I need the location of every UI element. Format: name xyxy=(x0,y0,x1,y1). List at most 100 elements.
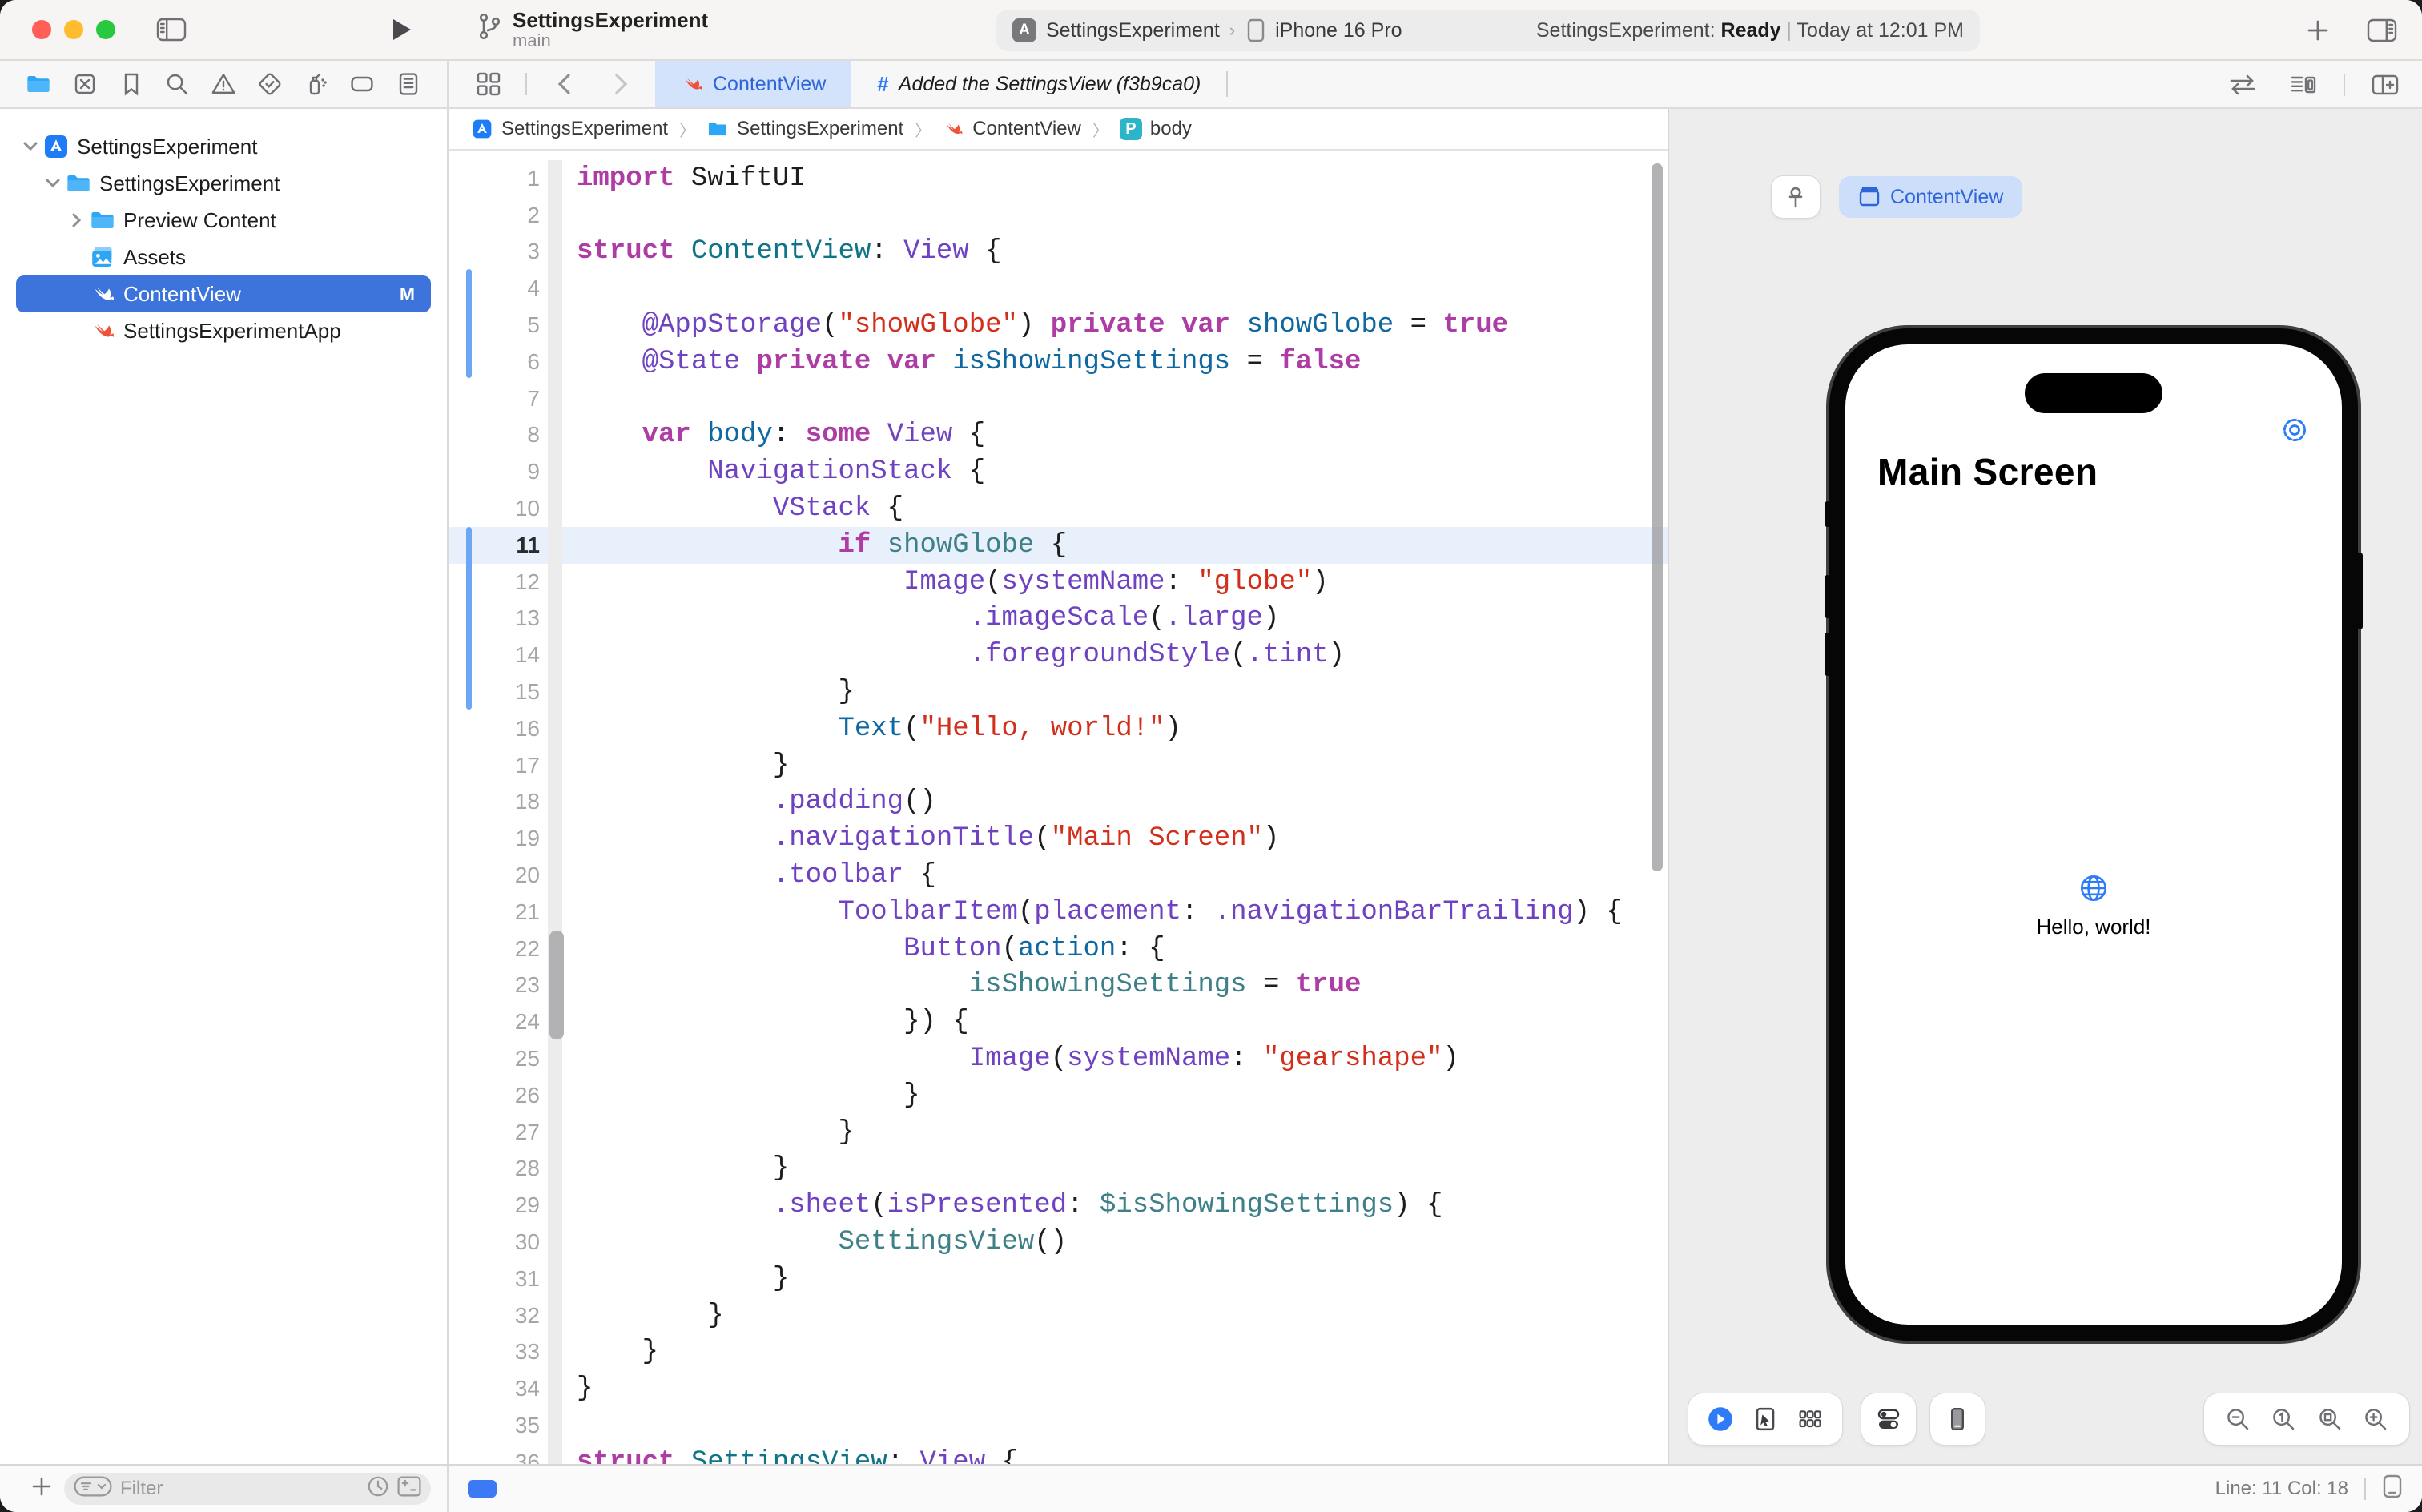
breadcrumb-item[interactable]: SettingsExperiment xyxy=(501,118,668,140)
code-line[interactable]: 3struct ContentView: View { xyxy=(449,234,1668,271)
fold-ribbon[interactable] xyxy=(548,1040,562,1077)
sidebar-item-preview-content[interactable]: Preview Content xyxy=(16,202,431,239)
zoom-out-icon[interactable] xyxy=(2225,1406,2251,1432)
code-line[interactable]: 6 @State private var isShowingSettings =… xyxy=(449,344,1668,380)
code-line[interactable]: 1import SwiftUI xyxy=(449,160,1668,197)
tab-commit[interactable]: # Added the SettingsView (f3b9ca0) xyxy=(851,61,1226,107)
code-review-icon[interactable] xyxy=(2222,67,2263,103)
editor-breakpoint-chip[interactable] xyxy=(468,1480,497,1498)
zoom-1-icon[interactable] xyxy=(2271,1406,2296,1432)
sidebar-item-settingsexperiment[interactable]: SettingsExperiment xyxy=(16,165,431,202)
navigator-tab-warning-icon[interactable] xyxy=(209,66,238,102)
fold-ribbon[interactable] xyxy=(548,1151,562,1188)
fold-ribbon[interactable] xyxy=(548,1224,562,1261)
fold-ribbon[interactable] xyxy=(548,601,562,637)
code-line[interactable]: 22 Button(action: { xyxy=(449,931,1668,967)
navigator-tab-debug-icon[interactable] xyxy=(302,66,331,102)
navigator-tab-bookmark-icon[interactable] xyxy=(117,66,146,102)
fold-ribbon[interactable] xyxy=(548,1370,562,1407)
preview-target-chip[interactable]: ContentView xyxy=(1839,176,2022,218)
sidebar-item-assets[interactable]: Assets xyxy=(16,239,431,275)
navigator-tab-folder-icon[interactable] xyxy=(24,66,53,102)
fold-ribbon[interactable] xyxy=(548,1077,562,1114)
breadcrumb-item[interactable]: ContentView xyxy=(972,118,1081,140)
code-line[interactable]: 28 } xyxy=(449,1151,1668,1188)
code-line[interactable]: 36struct SettingsView: View { xyxy=(449,1444,1668,1464)
editor-options-icon[interactable] xyxy=(2283,67,2324,103)
code-line[interactable]: 5 @AppStorage("showGlobe") private var s… xyxy=(449,307,1668,344)
code-line[interactable]: 16 Text("Hello, world!") xyxy=(449,710,1668,747)
minimize-window-button[interactable] xyxy=(64,20,83,39)
zoom-in-icon[interactable] xyxy=(2363,1406,2388,1432)
fold-ribbon[interactable] xyxy=(548,1261,562,1297)
disclosure-down-icon[interactable] xyxy=(22,142,38,151)
navigator-tab-symbols-icon[interactable] xyxy=(70,66,99,102)
pin-preview-button[interactable] xyxy=(1772,176,1820,218)
code-line[interactable]: 19 .navigationTitle("Main Screen") xyxy=(449,820,1668,857)
code-line[interactable]: 20 .toolbar { xyxy=(449,857,1668,894)
breadcrumb-item[interactable]: body xyxy=(1150,118,1192,140)
code-line[interactable]: 10 VStack { xyxy=(449,490,1668,527)
fold-ribbon[interactable] xyxy=(548,307,562,344)
fold-ribbon[interactable] xyxy=(548,894,562,931)
code-line[interactable]: 30 SettingsView() xyxy=(449,1224,1668,1261)
navigator-tab-test-icon[interactable] xyxy=(255,66,284,102)
breadcrumb-item[interactable]: SettingsExperiment xyxy=(737,118,903,140)
go-back-icon[interactable] xyxy=(543,66,585,102)
fold-ribbon[interactable] xyxy=(548,820,562,857)
code-area[interactable]: 1import SwiftUI23struct ContentView: Vie… xyxy=(449,151,1668,1464)
code-line[interactable]: 32 } xyxy=(449,1297,1668,1334)
fold-ribbon[interactable] xyxy=(548,857,562,894)
tab-contentview[interactable]: ContentView xyxy=(655,61,851,107)
fold-ribbon[interactable] xyxy=(548,564,562,601)
code-line[interactable]: 13 .imageScale(.large) xyxy=(449,601,1668,637)
device-bezels-button[interactable] xyxy=(1930,1393,1985,1445)
fold-ribbon[interactable] xyxy=(548,527,562,564)
code-line[interactable]: 31 } xyxy=(449,1261,1668,1297)
zoom-fit-icon[interactable] xyxy=(2317,1406,2343,1432)
code-line[interactable]: 35 xyxy=(449,1407,1668,1444)
code-line[interactable]: 24 }) { xyxy=(449,1003,1668,1040)
navigator-tab-tag-icon[interactable] xyxy=(348,66,376,102)
fold-ribbon[interactable] xyxy=(548,453,562,490)
code-line[interactable]: 27 } xyxy=(449,1114,1668,1151)
sidebar-item-settingsexperiment[interactable]: SettingsExperiment xyxy=(16,128,431,165)
close-window-button[interactable] xyxy=(32,20,51,39)
fold-ribbon[interactable] xyxy=(548,1297,562,1334)
add-file-plus-icon[interactable] xyxy=(32,1477,51,1502)
cursor-phone-icon[interactable] xyxy=(1752,1406,1778,1432)
fold-ribbon[interactable] xyxy=(548,1334,562,1371)
fold-ribbon[interactable] xyxy=(548,1187,562,1224)
related-items-icon[interactable] xyxy=(468,66,509,102)
add-editor-plus-icon[interactable] xyxy=(2297,13,2339,48)
disclosure-right-icon[interactable] xyxy=(69,213,85,227)
code-line[interactable]: 8 var body: some View { xyxy=(449,417,1668,454)
run-destination[interactable]: iPhone 16 Pro xyxy=(1275,19,1402,42)
fold-ribbon[interactable] xyxy=(548,160,562,197)
code-line[interactable]: 25 Image(systemName: "gearshape") xyxy=(449,1040,1668,1077)
device-indicator-icon[interactable] xyxy=(2382,1474,2403,1505)
code-line[interactable]: 21 ToolbarItem(placement: .navigationBar… xyxy=(449,894,1668,931)
navigator-tab-search-icon[interactable] xyxy=(163,66,191,102)
scheme-name[interactable]: SettingsExperiment xyxy=(1046,19,1220,42)
inspector-sidebar-toggle-icon[interactable] xyxy=(2361,13,2403,48)
code-line[interactable]: 14 .foregroundStyle(.tint) xyxy=(449,637,1668,674)
zoom-window-button[interactable] xyxy=(96,20,115,39)
fold-ribbon[interactable] xyxy=(548,270,562,307)
scheme-selector[interactable]: A SettingsExperiment › iPhone 16 Pro Set… xyxy=(996,10,1980,51)
settings-gear-button[interactable] xyxy=(2279,415,2310,452)
fold-ribbon[interactable] xyxy=(548,1444,562,1464)
navigator-sidebar-toggle-icon[interactable] xyxy=(151,12,192,47)
code-line[interactable]: 23 isShowingSettings = true xyxy=(449,967,1668,1004)
fold-ribbon[interactable] xyxy=(548,784,562,821)
fold-ribbon[interactable] xyxy=(548,417,562,454)
code-line[interactable]: 12 Image(systemName: "globe") xyxy=(449,564,1668,601)
fold-ribbon[interactable] xyxy=(548,234,562,271)
code-line[interactable]: 11 if showGlobe { xyxy=(449,527,1668,564)
filter-field[interactable]: Filter xyxy=(64,1473,431,1505)
jump-bar[interactable]: SettingsExperiment〉SettingsExperiment〉Co… xyxy=(449,109,1668,151)
recent-files-clock-icon[interactable] xyxy=(367,1475,389,1503)
fold-ribbon[interactable] xyxy=(548,637,562,674)
go-forward-icon[interactable] xyxy=(601,66,642,102)
code-line[interactable]: 15 } xyxy=(449,674,1668,710)
